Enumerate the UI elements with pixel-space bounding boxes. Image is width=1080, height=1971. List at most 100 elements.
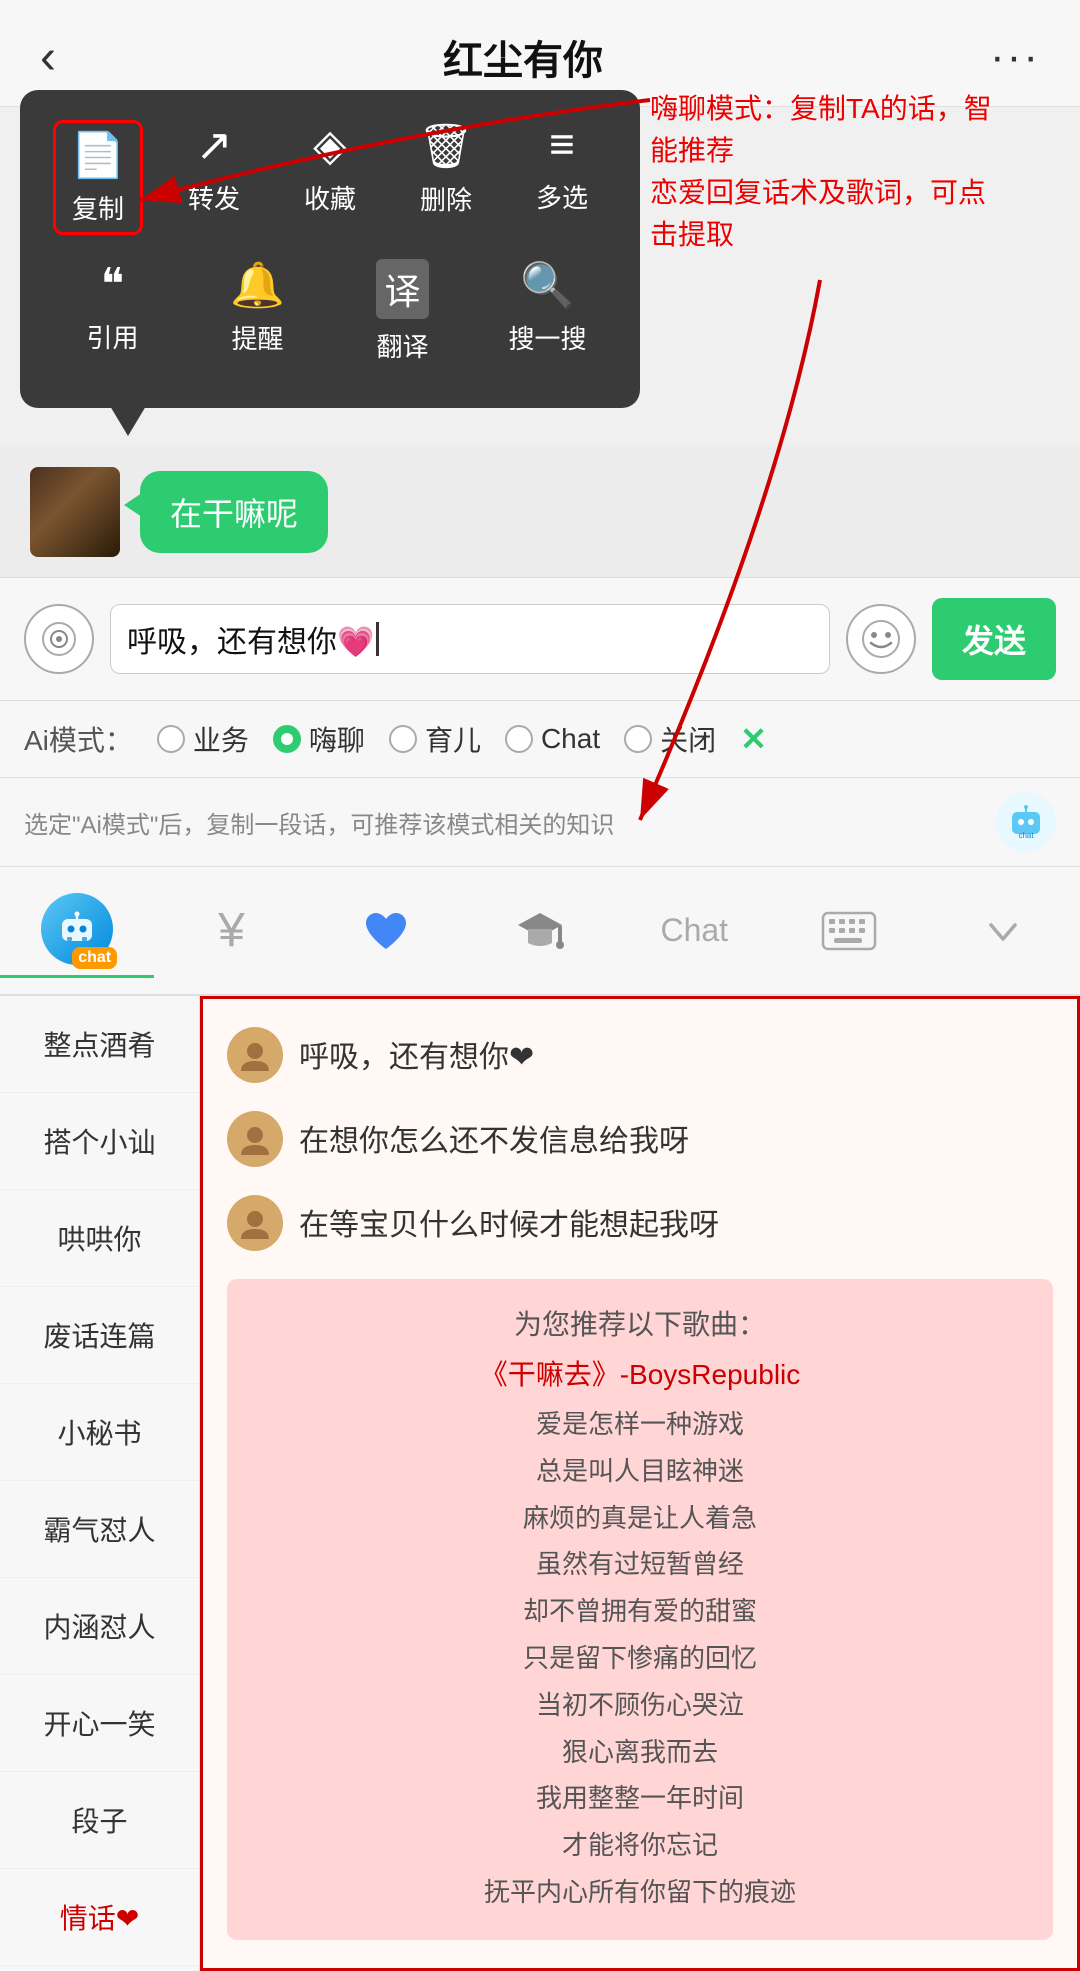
lyric-line-5: 只是留下惨痛的回忆 (251, 1635, 1029, 1682)
toolbar-heart[interactable] (309, 895, 463, 967)
back-button[interactable]: ‹ (40, 30, 56, 85)
radio-business[interactable] (157, 725, 185, 753)
response-item-0[interactable]: 呼吸，还有想你❤ (227, 1027, 1053, 1083)
sidebar-item-3[interactable]: 废话连篇 (0, 1287, 199, 1384)
input-area: 呼吸，还有想你💗 发送 (0, 577, 1080, 701)
toolbar-graduation[interactable] (463, 895, 617, 967)
lyric-line-3: 虽然有过短暂曾经 (251, 1541, 1029, 1588)
heart-icon (360, 905, 412, 957)
user-avatar-icon-2 (237, 1205, 273, 1241)
radio-parenting-label: 育儿 (425, 719, 481, 759)
lyric-line-1: 总是叫人目眩神迷 (251, 1448, 1029, 1495)
toolbar-chatbot[interactable]: chat (0, 883, 154, 978)
avatar-image (30, 467, 120, 557)
bottom-toolbar: chat ¥ Chat (0, 867, 1080, 996)
graduation-icon (514, 905, 566, 957)
money-icon: ¥ (218, 903, 245, 958)
radio-parenting[interactable] (389, 725, 417, 753)
sidebar-item-6[interactable]: 内涵怼人 (0, 1578, 199, 1675)
radio-option-close[interactable]: 关闭 (624, 719, 716, 759)
context-menu-row2: ❝ 引用 🔔 提醒 译 翻译 🔍 搜一搜 (40, 259, 620, 364)
hint-row: 选定"Ai模式"后，复制一段话，可推荐该模式相关的知识 chat (0, 778, 1080, 867)
context-menu-collect[interactable]: ◈ 收藏 (285, 120, 375, 235)
sidebar-item-0[interactable]: 整点酒肴 (0, 996, 199, 1093)
chat-message-bubble[interactable]: 在干嘛呢 (140, 471, 328, 553)
ai-mode-label: Ai模式： (24, 719, 133, 759)
context-menu-multiselect[interactable]: ≡ 多选 (517, 120, 607, 235)
search-label: 搜一搜 (508, 319, 586, 356)
close-ai-button[interactable]: ✕ (740, 720, 767, 758)
context-menu-remind[interactable]: 🔔 提醒 (213, 259, 303, 364)
radio-option-business[interactable]: 业务 (157, 719, 249, 759)
copy-label: 复制 (72, 189, 124, 226)
song-main-title[interactable]: 《干嘛去》-BoysRepublic (251, 1353, 1029, 1393)
sidebar-item-9[interactable]: 情话❤ (0, 1869, 199, 1966)
context-menu-delete[interactable]: 🗑 删除 (401, 120, 491, 235)
radio-option-chat[interactable]: Chat (505, 723, 600, 755)
lyrics-container: 爱是怎样一种游戏总是叫人目眩神迷麻烦的真是让人着急虽然有过短暂曾经却不曾拥有爱的… (251, 1401, 1029, 1916)
user-avatar-icon-1 (237, 1121, 273, 1157)
radio-chat[interactable] (505, 725, 533, 753)
response-avatar-0 (227, 1027, 283, 1083)
sidebar-item-8[interactable]: 段子 (0, 1772, 199, 1869)
sidebar-item-2[interactable]: 哄哄你 (0, 1190, 199, 1287)
chatbot-icon: chat (41, 893, 113, 965)
context-menu-search[interactable]: 🔍 搜一搜 (503, 259, 593, 364)
keyboard-icon (821, 911, 877, 951)
chat-area: 在干嘛呢 (0, 447, 1080, 577)
sidebar-item-5[interactable]: 霸气怼人 (0, 1481, 199, 1578)
message-input[interactable]: 呼吸，还有想你💗 (110, 604, 830, 674)
hint-icon: chat (996, 792, 1056, 852)
context-menu: 📄 复制 ↗ 转发 ◈ 收藏 🗑 删除 ≡ 多选 ❝ 引用 🔔 提醒 译 (20, 90, 640, 408)
voice-button[interactable] (24, 604, 94, 674)
response-item-1[interactable]: 在想你怎么还不发信息给我呀 (227, 1111, 1053, 1167)
chat-message-text: 在干嘛呢 (170, 496, 298, 532)
search-icon: 🔍 (520, 259, 575, 311)
lyric-line-7: 狠心离我而去 (251, 1729, 1029, 1776)
lyric-line-2: 麻烦的真是让人着急 (251, 1495, 1029, 1542)
send-button[interactable]: 发送 (932, 598, 1056, 680)
multiselect-label: 多选 (536, 178, 588, 215)
page-title: 红尘有你 (443, 28, 603, 86)
radio-option-parenting[interactable]: 育儿 (389, 719, 481, 759)
lyric-line-4: 却不曾拥有爱的甜蜜 (251, 1588, 1029, 1635)
ai-mode-row: Ai模式： 业务 嗨聊 育儿 Chat 关闭 ✕ (0, 701, 1080, 778)
radio-option-haichat[interactable]: 嗨聊 (273, 719, 365, 759)
sidebar-item-7[interactable]: 开心一笑 (0, 1675, 199, 1772)
lyric-line-6: 当初不顾伤心哭泣 (251, 1682, 1029, 1729)
collect-icon: ◈ (313, 120, 347, 171)
quote-label: 引用 (86, 318, 138, 355)
context-menu-forward[interactable]: ↗ 转发 (169, 120, 259, 235)
chat-badge: chat (72, 947, 117, 969)
voice-icon (41, 621, 77, 657)
more-button[interactable]: ··· (990, 32, 1040, 82)
remind-label: 提醒 (231, 319, 283, 356)
radio-haichat-label: 嗨聊 (309, 719, 365, 759)
remind-icon: 🔔 (230, 259, 285, 311)
emoji-button[interactable] (846, 604, 916, 674)
toolbar-keyboard[interactable] (771, 901, 925, 961)
lyric-line-9: 才能将你忘记 (251, 1822, 1029, 1869)
response-avatar-1 (227, 1111, 283, 1167)
song-section: 为您推荐以下歌曲： 《干嘛去》-BoysRepublic 爱是怎样一种游戏总是叫… (227, 1279, 1053, 1940)
context-menu-copy[interactable]: 📄 复制 (53, 120, 143, 235)
response-item-2[interactable]: 在等宝贝什么时候才能想起我呀 (227, 1195, 1053, 1251)
robot-icon (57, 909, 97, 949)
toolbar-money[interactable]: ¥ (154, 893, 308, 968)
lyric-line-8: 我用整整一年时间 (251, 1775, 1029, 1822)
response-text-0: 呼吸，还有想你❤ (299, 1027, 534, 1080)
user-avatar-icon (237, 1037, 273, 1073)
lyric-line-10: 抚平内心所有你留下的痕迹 (251, 1869, 1029, 1916)
sidebar-item-1[interactable]: 搭个小讪 (0, 1093, 199, 1190)
toolbar-chat-text[interactable]: Chat (617, 902, 771, 959)
context-menu-translate[interactable]: 译 翻译 (358, 259, 448, 364)
annotation: 嗨聊模式：复制TA的话，智能推荐 恋爱回复话术及歌词，可点击提取 (650, 88, 1010, 256)
radio-close[interactable] (624, 725, 652, 753)
collect-label: 收藏 (304, 179, 356, 216)
toolbar-down[interactable] (926, 901, 1080, 961)
contact-avatar (30, 467, 120, 557)
sidebar-item-4[interactable]: 小秘书 (0, 1384, 199, 1481)
context-menu-quote[interactable]: ❝ 引用 (68, 259, 158, 364)
emoji-icon (861, 619, 901, 659)
radio-haichat[interactable] (273, 725, 301, 753)
